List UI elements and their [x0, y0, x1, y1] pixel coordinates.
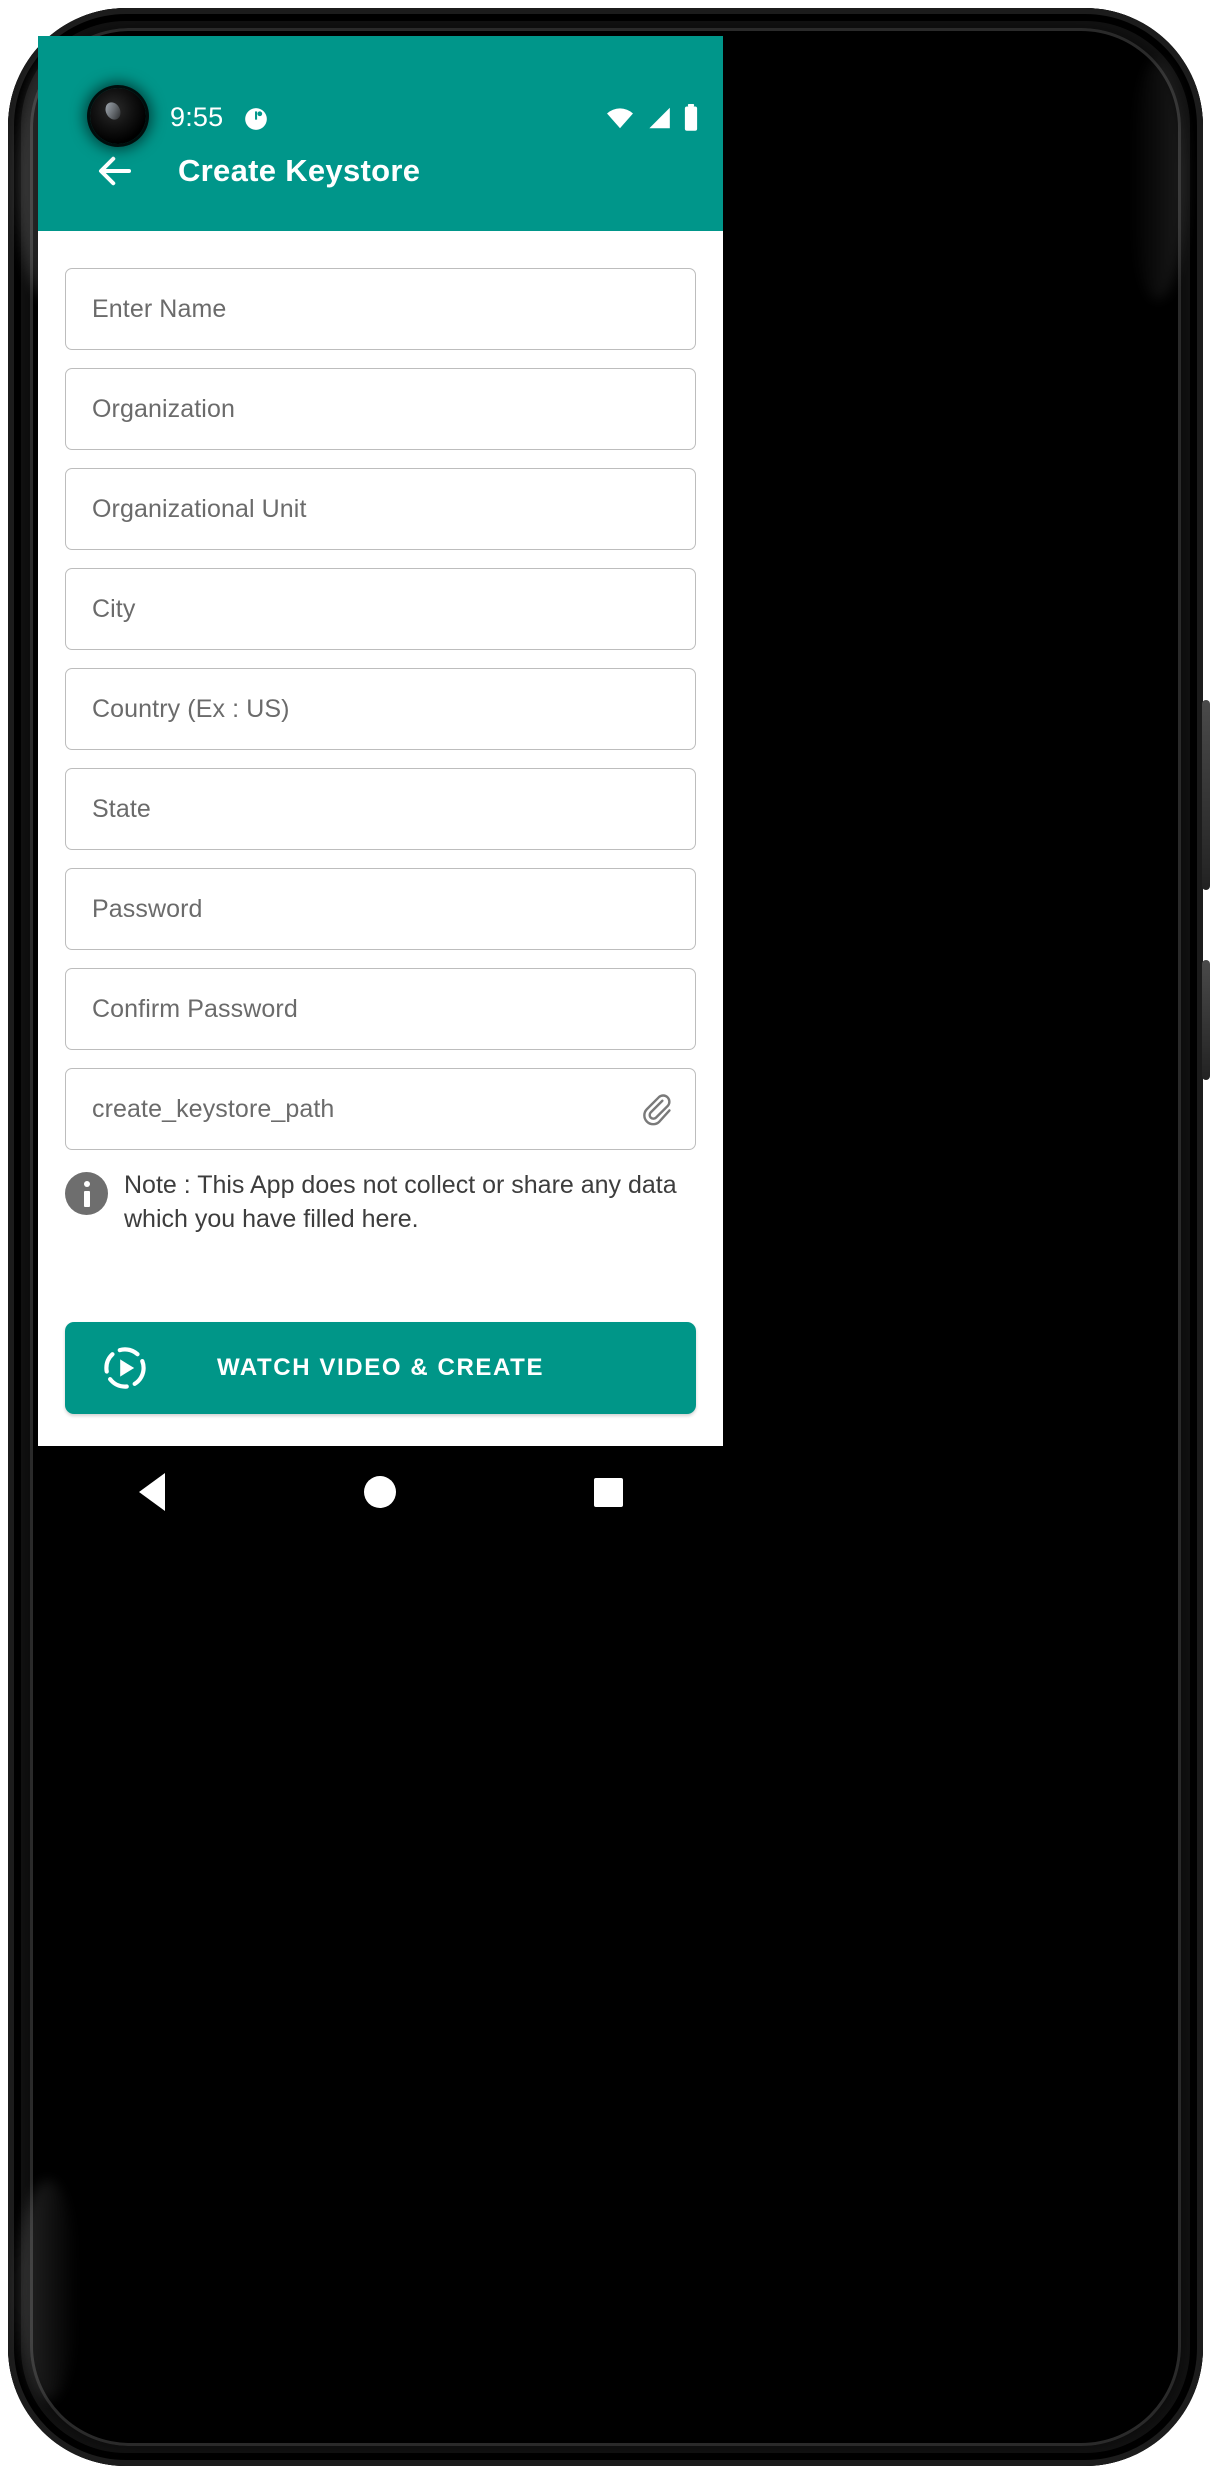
field-keystore-path[interactable]: create_keystore_path — [65, 1068, 696, 1150]
privacy-note-text: Note : This App does not collect or shar… — [124, 1171, 677, 1233]
watch-video-and-create-button[interactable]: WATCH VIDEO & CREATE — [65, 1322, 696, 1414]
wifi-icon — [605, 106, 635, 135]
info-icon — [65, 1172, 108, 1215]
back-triangle-icon — [139, 1473, 166, 1511]
field-organizational-unit-placeholder: Organizational Unit — [92, 494, 307, 523]
paperclip-icon[interactable] — [635, 1088, 677, 1130]
field-password[interactable]: Password — [65, 868, 696, 950]
nav-recents-button[interactable] — [574, 1461, 644, 1523]
field-keystore-path-placeholder: create_keystore_path — [92, 1094, 335, 1123]
front-camera-punch-hole — [90, 88, 146, 144]
privacy-note: Note : This App does not collect or shar… — [65, 1169, 696, 1236]
status-bar: 9:55 — [38, 36, 723, 144]
back-arrow-icon[interactable] — [94, 150, 136, 192]
phone-screen: 9:55 Create Keystore Enter Name Organiza… — [38, 36, 723, 1446]
screenshot-root: 9:55 Create Keystore Enter Name Organiza… — [0, 0, 1211, 2474]
nav-home-button[interactable] — [345, 1461, 415, 1523]
field-password-placeholder: Password — [92, 894, 203, 923]
cellular-signal-icon — [645, 106, 673, 135]
field-state[interactable]: State — [65, 768, 696, 850]
field-city[interactable]: City — [65, 568, 696, 650]
battery-full-icon — [683, 104, 699, 137]
android-navigation-bar — [38, 1446, 723, 1538]
status-indicators — [605, 104, 699, 137]
form-content: Enter Name Organization Organizational U… — [38, 231, 723, 1446]
volume-button[interactable] — [1202, 700, 1210, 890]
home-circle-icon — [364, 1476, 397, 1508]
field-name[interactable]: Enter Name — [65, 268, 696, 350]
field-confirm-password-placeholder: Confirm Password — [92, 994, 298, 1023]
status-time: 9:55 — [170, 102, 224, 132]
page-title: Create Keystore — [178, 153, 421, 188]
field-country-placeholder: Country (Ex : US) — [92, 694, 290, 723]
field-city-placeholder: City — [92, 594, 136, 623]
field-organization-placeholder: Organization — [92, 394, 235, 423]
recents-square-icon — [594, 1477, 624, 1507]
watch-video-and-create-label: WATCH VIDEO & CREATE — [216, 1354, 545, 1381]
nav-back-button[interactable] — [117, 1461, 187, 1523]
clock-badge-icon — [243, 106, 269, 132]
play-circle-icon — [101, 1344, 149, 1392]
power-button[interactable] — [1202, 960, 1210, 1080]
field-country[interactable]: Country (Ex : US) — [65, 668, 696, 750]
field-organization[interactable]: Organization — [65, 368, 696, 450]
field-state-placeholder: State — [92, 794, 151, 823]
field-organizational-unit[interactable]: Organizational Unit — [65, 468, 696, 550]
field-name-placeholder: Enter Name — [92, 294, 227, 323]
app-bar-container: 9:55 Create Keystore — [38, 36, 723, 231]
field-confirm-password[interactable]: Confirm Password — [65, 968, 696, 1050]
